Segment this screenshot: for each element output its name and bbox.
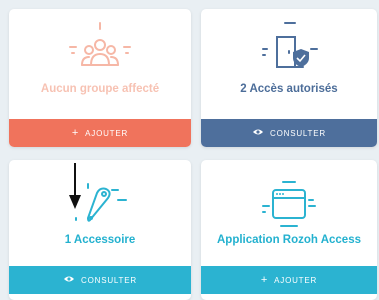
door-shield-icon — [249, 19, 329, 84]
view-accessories-button[interactable]: CONSULTER — [9, 266, 191, 294]
action-label: AJOUTER — [85, 128, 129, 138]
app-card: Application Rozoh Access + AJOUTER — [201, 160, 377, 300]
card-title: 1 Accessoire — [64, 234, 136, 246]
add-app-button[interactable]: + AJOUTER — [201, 266, 377, 294]
action-label: CONSULTER — [270, 128, 326, 138]
card-title: 2 Accès autorisés — [240, 83, 338, 95]
eye-icon — [252, 128, 264, 138]
access-card: 2 Accès autorisés CONSULTER — [201, 9, 377, 147]
card-title: Aucun groupe affecté — [40, 83, 160, 95]
action-label: CONSULTER — [81, 275, 137, 285]
add-group-button[interactable]: + AJOUTER — [9, 119, 191, 147]
accessory-card: 1 Accessoire CONSULTER — [9, 160, 191, 300]
group-icon — [60, 19, 140, 84]
view-access-button[interactable]: CONSULTER — [201, 119, 377, 147]
app-window-icon — [249, 170, 329, 235]
eye-icon — [63, 275, 75, 285]
groups-card: Aucun groupe affecté + AJOUTER — [9, 9, 191, 147]
action-label: AJOUTER — [274, 275, 318, 285]
down-arrow-icon — [69, 163, 81, 209]
plus-icon: + — [71, 126, 80, 139]
plus-icon: + — [260, 273, 269, 286]
card-title: Application Rozoh Access — [217, 234, 361, 246]
